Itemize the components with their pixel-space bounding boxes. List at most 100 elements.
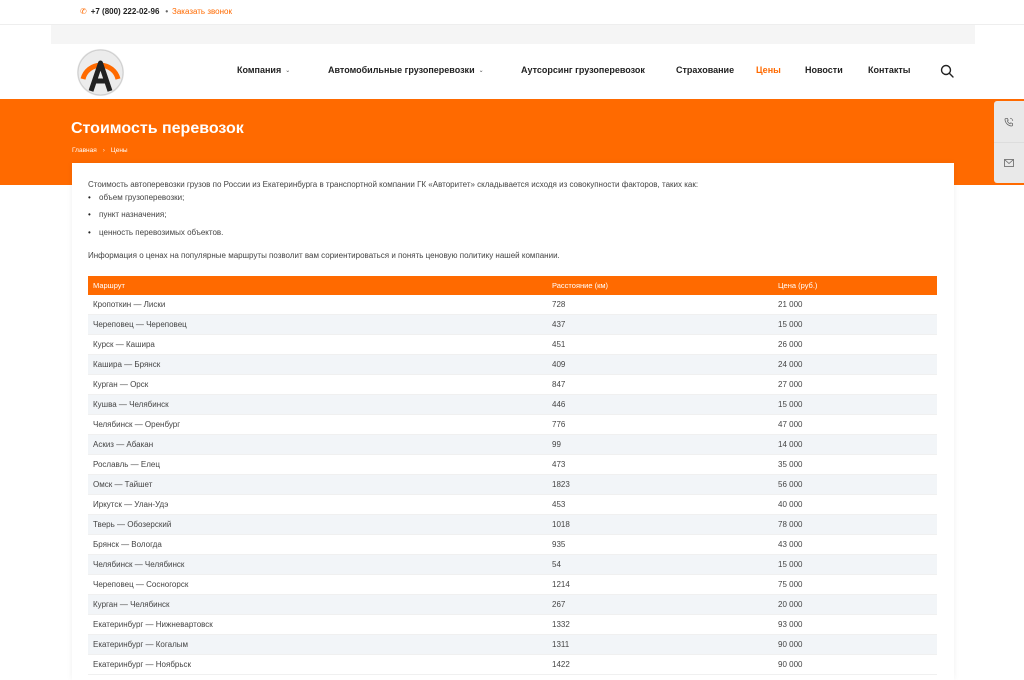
distance-cell: 847 — [552, 380, 566, 389]
chevron-down-icon: ⌄ — [478, 67, 484, 74]
table-header: Маршрут Расстояние (км) Цена (руб.) — [88, 276, 937, 295]
nav-item-auto-freight[interactable]: Автомобильные грузоперевозки ⌄ — [328, 65, 484, 75]
phone-call-icon — [1004, 117, 1014, 126]
callback-link[interactable]: Заказать звонок — [172, 7, 232, 16]
price-cell: 78 000 — [778, 520, 803, 529]
route-cell: Череповец — Сосногорск — [93, 580, 189, 589]
route-cell: Курган — Челябинск — [93, 600, 170, 609]
table-row: Екатеринбург — Когалым 1311 90 000 — [88, 635, 937, 655]
route-cell: Череповец — Череповец — [93, 320, 187, 329]
table-row: Омск — Тайшет 1823 56 000 — [88, 475, 937, 495]
route-cell: Омск — Тайшет — [93, 480, 153, 489]
price-cell: 93 000 — [778, 620, 803, 629]
chevron-down-icon: ⌄ — [285, 67, 291, 74]
route-cell: Рославль — Елец — [93, 460, 160, 469]
nav-item-insurance[interactable]: Страхование — [676, 65, 734, 75]
nav-item-label: Компания — [237, 65, 282, 75]
table-row: Екатеринбург — Ноябрьск 1422 90 000 — [88, 655, 937, 675]
distance-cell: 54 — [552, 560, 561, 569]
breadcrumb: Главная › Цены — [72, 147, 128, 154]
distance-cell: 409 — [552, 360, 566, 369]
route-cell: Кропоткин — Лиски — [93, 300, 166, 309]
price-cell: 15 000 — [778, 320, 803, 329]
distance-cell: 437 — [552, 320, 566, 329]
distance-cell: 1311 — [552, 640, 570, 649]
column-header-price: Цена (руб.) — [778, 281, 818, 290]
list-item: объем грузоперевозки; — [88, 193, 223, 211]
mail-widget-button[interactable] — [994, 142, 1024, 183]
price-cell: 43 000 — [778, 540, 803, 549]
table-row: Кашира — Брянск 409 24 000 — [88, 355, 937, 375]
column-header-distance: Расстояние (км) — [552, 281, 609, 290]
callback-widget-button[interactable] — [994, 101, 1024, 142]
nav-item-company[interactable]: Компания ⌄ — [237, 65, 290, 75]
phone-dropdown-icon[interactable]: • — [165, 7, 168, 16]
list-item: ценность перевозимых объектов. — [88, 228, 223, 246]
route-cell: Курган — Орск — [93, 380, 149, 389]
distance-cell: 776 — [552, 420, 566, 429]
distance-cell: 473 — [552, 460, 566, 469]
content-card: Стоимость автоперевозки грузов по России… — [72, 163, 954, 680]
nav-item-prices[interactable]: Цены — [756, 65, 781, 75]
table-row: Тверь — Обозерский 1018 78 000 — [88, 515, 937, 535]
page-title: Стоимость перевозок — [71, 120, 244, 137]
route-cell: Тверь — Обозерский — [93, 520, 172, 529]
price-cell: 40 000 — [778, 500, 803, 509]
route-cell: Челябинск — Оренбург — [93, 420, 181, 429]
distance-cell: 1018 — [552, 520, 570, 529]
header: Компания ⌄ Автомобильные грузоперевозки … — [0, 44, 1024, 99]
table-row: Череповец — Череповец 437 15 000 — [88, 315, 937, 335]
table-row: Аскиз — Абакан 99 14 000 — [88, 435, 937, 455]
distance-cell: 267 — [552, 600, 566, 609]
table-row: Курган — Орск 847 27 000 — [88, 375, 937, 395]
phone-icon: ✆ — [80, 7, 87, 16]
route-cell: Брянск — Вологда — [93, 540, 162, 549]
breadcrumb-home-link[interactable]: Главная — [72, 147, 97, 154]
distance-cell: 1332 — [552, 620, 570, 629]
list-item: пункт назначения; — [88, 211, 223, 228]
table-row: Курган — Челябинск 267 20 000 — [88, 595, 937, 615]
prices-table: Маршрут Расстояние (км) Цена (руб.) Кроп… — [88, 276, 937, 675]
route-cell: Екатеринбург — Нижневартовск — [93, 620, 213, 629]
distance-cell: 1422 — [552, 660, 570, 669]
nav-item-label: Контакты — [868, 65, 911, 75]
nav-item-contacts[interactable]: Контакты — [868, 65, 910, 75]
column-header-route: Маршрут — [93, 281, 125, 290]
price-cell: 24 000 — [778, 360, 803, 369]
route-cell: Иркутск — Улан-Удэ — [93, 500, 169, 509]
price-cell: 35 000 — [778, 460, 803, 469]
nav-item-label: Аутсорсинг грузоперевозок — [521, 65, 645, 75]
price-cell: 75 000 — [778, 580, 803, 589]
table-row: Челябинск — Челябинск 54 15 000 — [88, 555, 937, 575]
price-cell: 27 000 — [778, 380, 803, 389]
info-text: Информация о ценах на популярные маршрут… — [88, 251, 560, 260]
price-cell: 14 000 — [778, 440, 803, 449]
nav-item-label: Цены — [756, 65, 781, 75]
mail-icon — [1004, 159, 1014, 167]
route-cell: Екатеринбург — Ноябрьск — [93, 660, 192, 669]
price-cell: 56 000 — [778, 480, 803, 489]
price-cell: 47 000 — [778, 420, 803, 429]
nav-item-news[interactable]: Новости — [805, 65, 843, 75]
distance-cell: 1823 — [552, 480, 570, 489]
phone-link[interactable]: ✆ +7 (800) 222-02-96 • — [80, 7, 168, 16]
factors-list: объем грузоперевозки; пункт назначения; … — [88, 193, 223, 246]
price-cell: 15 000 — [778, 560, 803, 569]
nav-item-label: Автомобильные грузоперевозки — [328, 65, 475, 75]
table-body: Кропоткин — Лиски 728 21 000 Череповец — Че… — [88, 295, 937, 675]
search-icon[interactable] — [940, 64, 954, 78]
route-cell: Екатеринбург — Когалым — [93, 640, 188, 649]
table-row: Кропоткин — Лиски 728 21 000 — [88, 295, 937, 315]
price-cell: 90 000 — [778, 640, 803, 649]
table-row: Иркутск — Улан-Удэ 453 40 000 — [88, 495, 937, 515]
breadcrumb-separator-icon: › — [102, 147, 105, 154]
breadcrumb-current: Цены — [110, 147, 128, 154]
table-row: Челябинск — Оренбург 776 47 000 — [88, 415, 937, 435]
table-row: Череповец — Сосногорск 1214 75 000 — [88, 575, 937, 595]
distance-cell: 728 — [552, 300, 566, 309]
intro-text: Стоимость автоперевозки грузов по России… — [88, 180, 699, 189]
distance-cell: 1214 — [552, 580, 570, 589]
distance-cell: 935 — [552, 540, 566, 549]
nav-item-outsourcing[interactable]: Аутсорсинг грузоперевозок — [521, 65, 645, 75]
route-cell: Челябинск — Челябинск — [93, 560, 185, 569]
